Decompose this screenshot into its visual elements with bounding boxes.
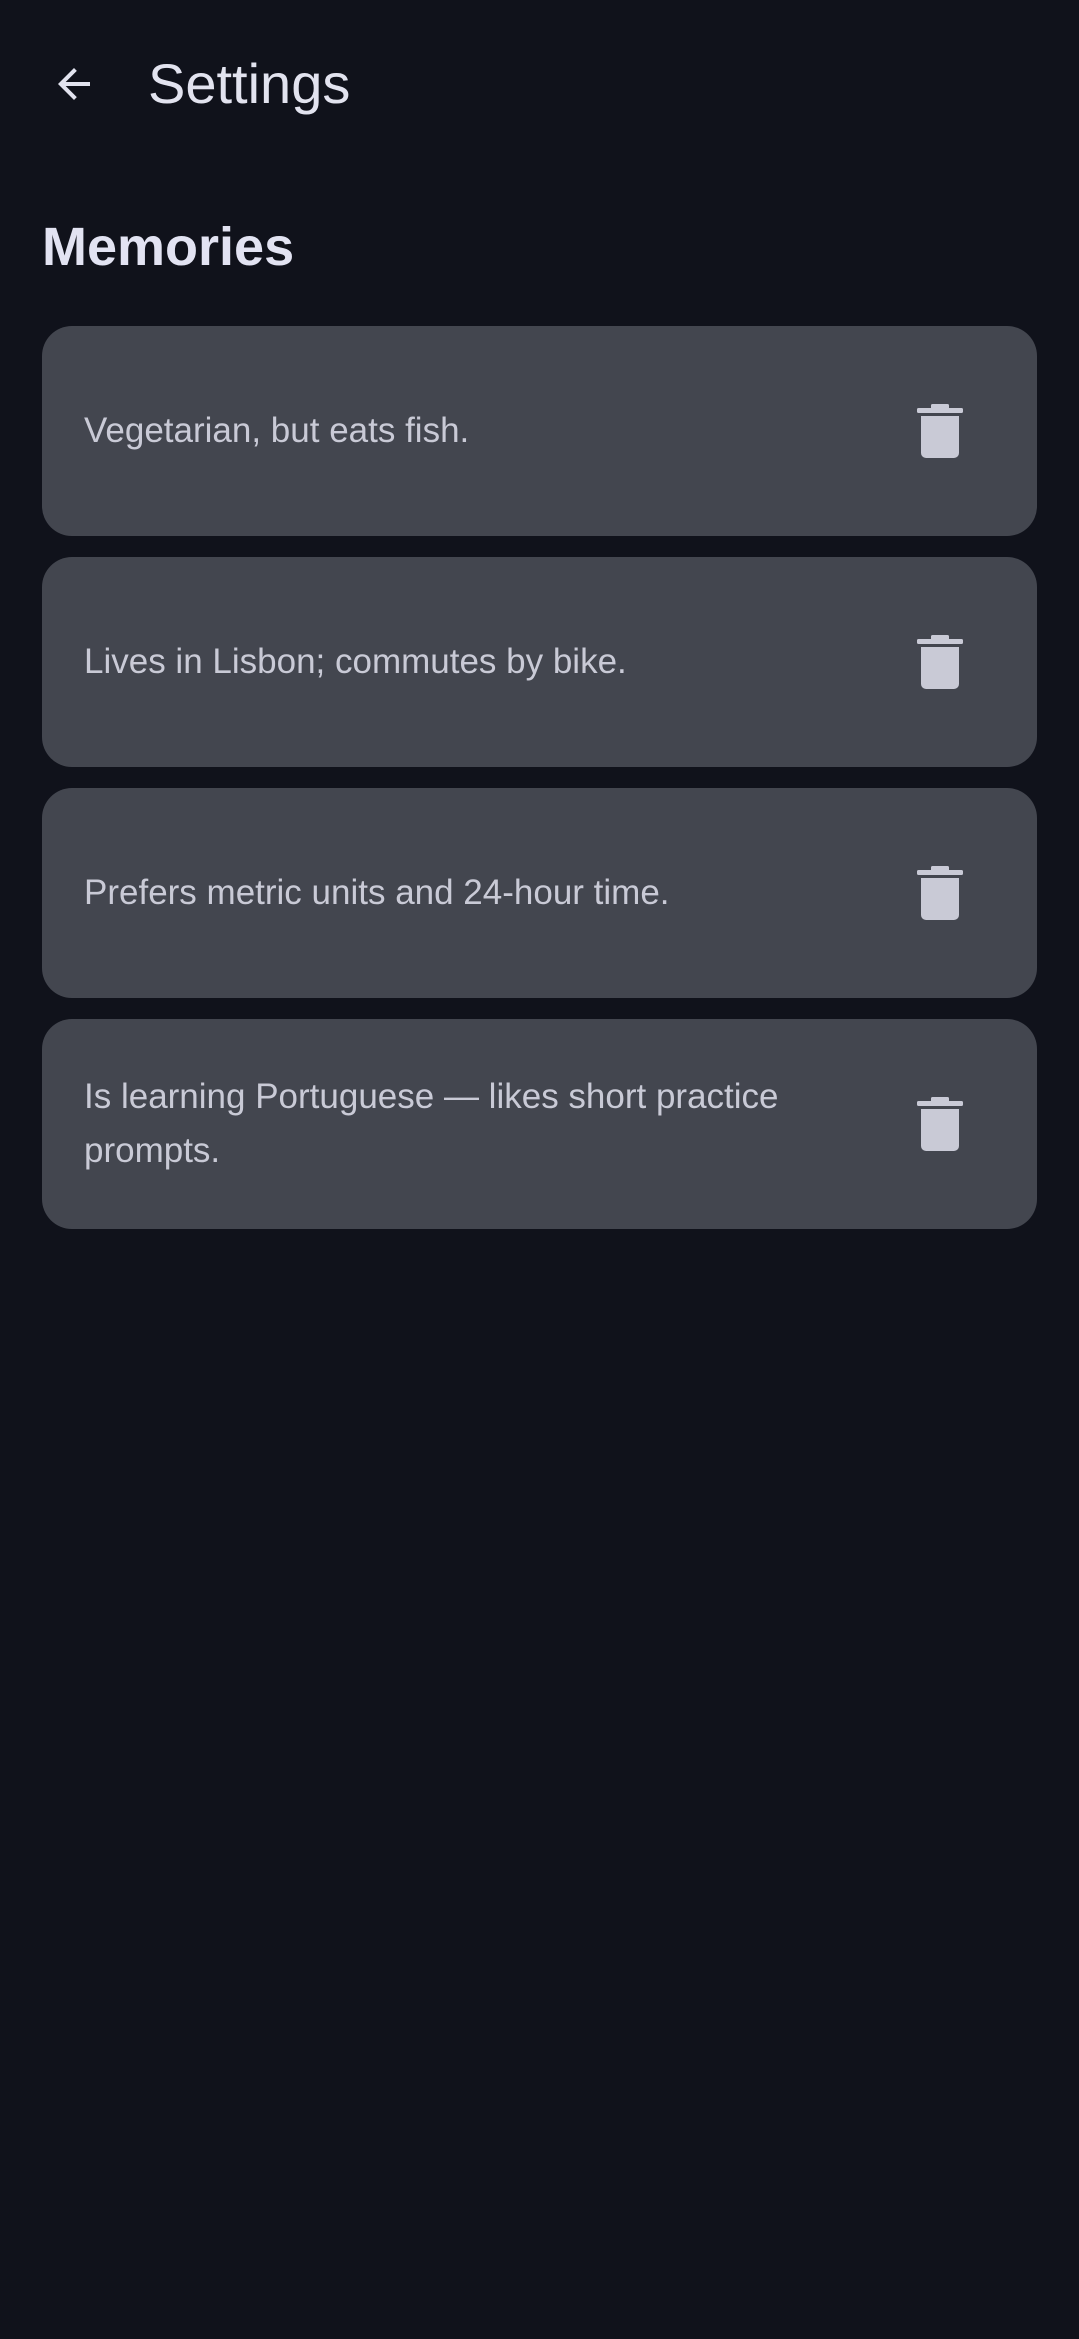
page-title: Settings — [148, 52, 351, 115]
memory-text: Lives in Lisbon; commutes by bike. — [84, 642, 627, 681]
memory-list: Vegetarian, but eats fish. Lives in Lisb… — [42, 326, 1037, 1250]
back-button[interactable] — [38, 48, 110, 120]
arrow-left-icon — [58, 68, 90, 100]
trash-icon — [917, 866, 963, 920]
memory-card: Lives in Lisbon; commutes by bike. — [42, 557, 1037, 767]
app-bar: Settings — [0, 0, 1079, 168]
memory-card: Vegetarian, but eats fish. — [42, 326, 1037, 536]
memory-text: Prefers metric units and 24-hour time. — [84, 873, 670, 912]
delete-memory-button[interactable] — [890, 612, 990, 712]
trash-icon — [917, 635, 963, 689]
memory-card: Is learning Portuguese — likes short pra… — [42, 1019, 1037, 1229]
memory-text: Vegetarian, but eats fish. — [84, 411, 470, 450]
delete-memory-button[interactable] — [890, 381, 990, 481]
memory-text: Is learning Portuguese — likes short pra… — [84, 1077, 779, 1170]
trash-icon — [917, 1097, 963, 1151]
section-title-memories: Memories — [42, 217, 295, 277]
delete-memory-button[interactable] — [890, 843, 990, 943]
trash-icon — [917, 404, 963, 458]
delete-memory-button[interactable] — [890, 1074, 990, 1174]
memory-card: Prefers metric units and 24-hour time. — [42, 788, 1037, 998]
